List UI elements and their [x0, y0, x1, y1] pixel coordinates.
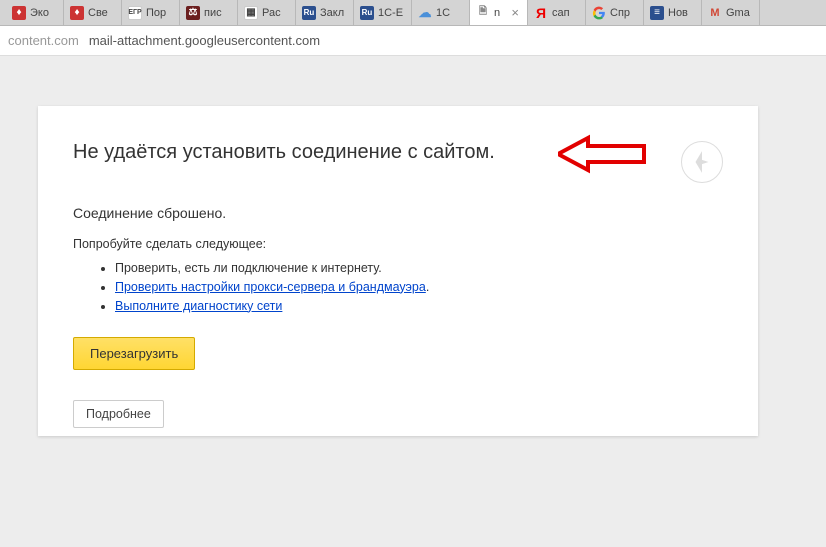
tab-sve[interactable]: ♦ Све [64, 0, 122, 25]
google-icon [592, 6, 606, 20]
tab-gmail[interactable]: M Gma [702, 0, 760, 25]
more-details-button[interactable]: Подробнее [73, 400, 164, 428]
error-subtitle: Соединение сброшено. [73, 205, 723, 221]
check-connection-text: Проверить, есть ли подключение к интерне… [115, 261, 382, 275]
cloud-icon: ☁ [418, 6, 432, 20]
tab-label: n [494, 7, 505, 19]
tab-spr[interactable]: Спр [586, 0, 644, 25]
tab-zak[interactable]: Ru Закл [296, 0, 354, 25]
tab-label: пис [204, 7, 231, 19]
tab-label: Све [88, 7, 115, 19]
run-diagnostics-link[interactable]: Выполните диагностику сети [115, 299, 282, 313]
ru-icon: Ru [360, 6, 374, 20]
tab-label: 1С [436, 7, 463, 19]
tab-1c-e[interactable]: Ru 1С-Е [354, 0, 412, 25]
tab-strip: ♦ Эко ♦ Све ЕГР Пор ⚖ пис ▦ Рас Ru Закл … [0, 0, 826, 26]
tab-label: Эко [30, 7, 57, 19]
gmail-icon: M [708, 6, 722, 20]
reload-button[interactable]: Перезагрузить [73, 337, 195, 370]
list-item: Выполните диагностику сети [115, 297, 723, 316]
error-instruction: Попробуйте сделать следующее: [73, 237, 723, 251]
shield-icon: ♦ [12, 6, 26, 20]
list-item: Проверить, есть ли подключение к интерне… [115, 259, 723, 278]
tab-label: 1С-Е [378, 7, 405, 19]
document-icon: ▦ [244, 6, 258, 20]
close-icon[interactable]: × [509, 6, 521, 19]
tab-label: сап [552, 7, 579, 19]
tab-label: Пор [146, 7, 173, 19]
tab-label: Gma [726, 7, 753, 19]
tab-mail-attachment[interactable]: 🗎 n × [470, 0, 528, 25]
tab-nov[interactable]: ≡ Нов [644, 0, 702, 25]
tab-ras[interactable]: ▦ Рас [238, 0, 296, 25]
error-title: Не удаётся установить соединение с сайто… [73, 141, 495, 164]
address-left-fragment: content.com [8, 33, 79, 48]
tab-eko[interactable]: ♦ Эко [6, 0, 64, 25]
error-suggestions-list: Проверить, есть ли подключение к интерне… [73, 259, 723, 315]
yandex-browser-logo-icon [681, 141, 723, 183]
ru-icon: Ru [302, 6, 316, 20]
news-icon: ≡ [650, 6, 664, 20]
yandex-icon: Я [534, 6, 548, 20]
tab-label: Спр [610, 7, 637, 19]
address-bar[interactable]: content.com mail-attachment.googleuserco… [0, 26, 826, 56]
tab-por[interactable]: ЕГР Пор [122, 0, 180, 25]
address-url: mail-attachment.googleusercontent.com [89, 33, 320, 48]
tab-label: Закл [320, 7, 347, 19]
tab-sap[interactable]: Я сап [528, 0, 586, 25]
tab-pis[interactable]: ⚖ пис [180, 0, 238, 25]
scales-icon: ⚖ [186, 6, 200, 20]
content-area: Не удаётся установить соединение с сайто… [0, 56, 826, 547]
page-icon: 🗎 [476, 6, 490, 20]
tab-1c[interactable]: ☁ 1С [412, 0, 470, 25]
tab-label: Нов [668, 7, 695, 19]
egr-icon: ЕГР [128, 6, 142, 20]
list-item: Проверить настройки прокси-сервера и бра… [115, 278, 723, 297]
error-card: Не удаётся установить соединение с сайто… [38, 106, 758, 436]
tab-label: Рас [262, 7, 289, 19]
shield-icon: ♦ [70, 6, 84, 20]
check-proxy-link[interactable]: Проверить настройки прокси-сервера и бра… [115, 280, 426, 294]
